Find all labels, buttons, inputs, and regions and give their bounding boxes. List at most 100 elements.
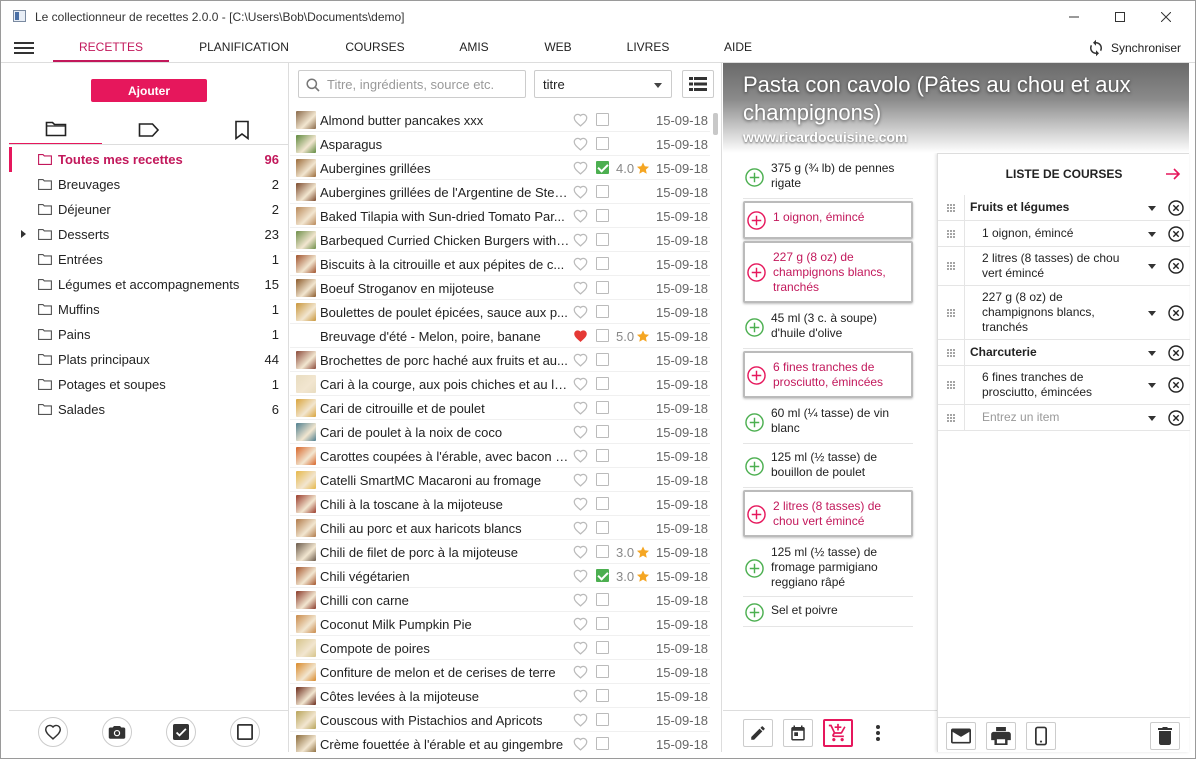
- recipe-row[interactable]: Boeuf Stroganov en mijoteuse 15-09-18: [290, 276, 710, 300]
- recipe-row[interactable]: Chili de filet de porc à la mijoteuse 3.0…: [290, 540, 710, 564]
- recipe-row[interactable]: Chilli con carne 15-09-18: [290, 588, 710, 612]
- chevron-down-icon[interactable]: [1148, 350, 1156, 356]
- recipe-checkbox[interactable]: [596, 329, 609, 342]
- drag-handle-icon[interactable]: [947, 203, 955, 212]
- recipe-row[interactable]: Aubergines grillées 4.0 15-09-18: [290, 156, 710, 180]
- recipe-checkbox[interactable]: [596, 113, 609, 126]
- heart-icon[interactable]: [573, 233, 588, 247]
- print-button[interactable]: [986, 722, 1016, 750]
- ingredient-item[interactable]: 375 g (¾ lb) de pennes rigate: [743, 155, 913, 199]
- recipe-checkbox[interactable]: [596, 281, 609, 294]
- tab-bookmarks[interactable]: [195, 115, 288, 145]
- recipe-checkbox[interactable]: [596, 185, 609, 198]
- category-item[interactable]: Entrées 1: [9, 247, 289, 272]
- tab-tags[interactable]: [102, 115, 195, 145]
- recipe-row[interactable]: Coconut Milk Pumpkin Pie 15-09-18: [290, 612, 710, 636]
- heart-icon[interactable]: [573, 569, 588, 583]
- remove-circle-icon[interactable]: [1168, 304, 1184, 321]
- heart-icon[interactable]: [573, 473, 588, 487]
- category-item[interactable]: Toutes mes recettes 96: [9, 147, 289, 172]
- recipe-checkbox[interactable]: [596, 737, 609, 750]
- ingredient-item[interactable]: 2 litres (8 tasses) de chou vert émincé: [743, 490, 913, 537]
- add-circle-icon[interactable]: [745, 558, 764, 578]
- recipe-row[interactable]: Almond butter pancakes xxx 15-09-18: [290, 108, 710, 132]
- tab-recettes[interactable]: RECETTES: [53, 32, 169, 62]
- ingredient-item[interactable]: 6 fines tranches de prosciutto, émincées: [743, 351, 913, 398]
- ingredient-item[interactable]: 125 ml (½ tasse) de fromage parmigiano r…: [743, 539, 913, 597]
- checked-filter-button[interactable]: [166, 717, 196, 747]
- remove-circle-icon[interactable]: [1168, 258, 1184, 274]
- add-to-cart-button[interactable]: [823, 719, 853, 747]
- tab-courses[interactable]: COURSES: [331, 32, 419, 62]
- ingredient-item[interactable]: 227 g (8 oz) de champignons blancs, tran…: [743, 241, 913, 303]
- recipe-checkbox[interactable]: [596, 665, 609, 678]
- shopping-item-row[interactable]: 2 litres (8 tasses) de chou vert émincé: [938, 247, 1190, 286]
- heart-icon[interactable]: [573, 737, 588, 751]
- remove-circle-icon[interactable]: [1168, 199, 1184, 216]
- recipe-checkbox[interactable]: [596, 425, 609, 438]
- chevron-down-icon[interactable]: [1148, 383, 1156, 388]
- minimize-button[interactable]: [1051, 1, 1097, 32]
- drag-handle-icon[interactable]: [947, 413, 955, 422]
- chevron-down-icon[interactable]: [1148, 310, 1156, 316]
- recipe-checkbox[interactable]: [596, 257, 609, 270]
- tab-planification[interactable]: PLANIFICATION: [181, 32, 307, 62]
- hamburger-menu-icon[interactable]: [13, 39, 35, 57]
- recipe-checkbox[interactable]: [596, 353, 609, 366]
- heart-icon[interactable]: [573, 377, 588, 391]
- chevron-down-icon[interactable]: [1148, 231, 1156, 237]
- plan-button[interactable]: [783, 719, 813, 747]
- favorites-filter-button[interactable]: [38, 717, 68, 747]
- edit-button[interactable]: [743, 719, 773, 747]
- add-circle-icon[interactable]: [745, 456, 764, 476]
- heart-icon[interactable]: [573, 641, 588, 655]
- drag-handle-icon[interactable]: [947, 262, 955, 270]
- ingredient-item[interactable]: Sel et poivre: [743, 597, 913, 627]
- add-circle-icon[interactable]: [745, 412, 764, 432]
- recipe-checkbox[interactable]: [596, 497, 609, 510]
- tab-web[interactable]: WEB: [531, 32, 585, 62]
- heart-icon[interactable]: [573, 305, 588, 319]
- recipe-checkbox[interactable]: [596, 305, 609, 318]
- recipe-row[interactable]: Cari de citrouille et de poulet 15-09-18: [290, 396, 710, 420]
- heart-icon[interactable]: [573, 329, 588, 343]
- chevron-down-icon[interactable]: [1148, 205, 1156, 211]
- drag-handle-icon[interactable]: [947, 308, 955, 317]
- chevron-down-icon[interactable]: [1148, 264, 1156, 269]
- add-circle-icon[interactable]: [745, 167, 764, 187]
- shopping-item-row[interactable]: 6 fines tranches de prosciutto, émincées: [938, 366, 1190, 405]
- heart-icon[interactable]: [573, 209, 588, 223]
- tab-amis[interactable]: AMIS: [447, 32, 501, 62]
- expand-arrow-icon[interactable]: [21, 230, 26, 238]
- category-item[interactable]: Plats principaux 44: [9, 347, 289, 372]
- recipe-source[interactable]: www.ricardocuisine.com: [743, 129, 907, 145]
- heart-icon[interactable]: [573, 449, 588, 463]
- add-recipe-button[interactable]: Ajouter: [91, 79, 207, 102]
- heart-icon[interactable]: [573, 521, 588, 535]
- sort-select[interactable]: titre: [534, 70, 672, 98]
- recipe-row[interactable]: Carottes coupées à l'érable, avec bacon …: [290, 444, 710, 468]
- recipe-row[interactable]: Cari de poulet à la noix de coco 15-09-18: [290, 420, 710, 444]
- add-circle-icon[interactable]: [745, 602, 764, 622]
- heart-icon[interactable]: [573, 593, 588, 607]
- category-item[interactable]: Potages et soupes 1: [9, 372, 289, 397]
- shopping-entry-input[interactable]: Entrez un item: [982, 410, 1059, 425]
- heart-icon[interactable]: [573, 617, 588, 631]
- recipe-checkbox[interactable]: [596, 521, 609, 534]
- heart-icon[interactable]: [573, 113, 588, 127]
- maximize-button[interactable]: [1097, 1, 1143, 32]
- shopping-item-row[interactable]: 1 oignon, émincé: [938, 221, 1190, 247]
- ingredient-item[interactable]: 125 ml (½ tasse) de bouillon de poulet: [743, 444, 913, 488]
- view-mode-button[interactable]: [682, 70, 714, 98]
- heart-icon[interactable]: [573, 713, 588, 727]
- ingredient-item[interactable]: 60 ml (¼ tasse) de vin blanc: [743, 400, 913, 444]
- recipe-checkbox[interactable]: [596, 593, 609, 606]
- arrow-right-icon[interactable]: [1165, 166, 1181, 182]
- sync-button[interactable]: Synchroniser: [1087, 37, 1181, 59]
- recipe-checkbox[interactable]: [596, 377, 609, 390]
- recipe-checkbox[interactable]: [596, 401, 609, 414]
- list-scrollbar[interactable]: [713, 113, 718, 135]
- more-options-button[interactable]: [863, 719, 893, 747]
- category-item[interactable]: Breuvages 2: [9, 172, 289, 197]
- heart-icon[interactable]: [573, 545, 588, 559]
